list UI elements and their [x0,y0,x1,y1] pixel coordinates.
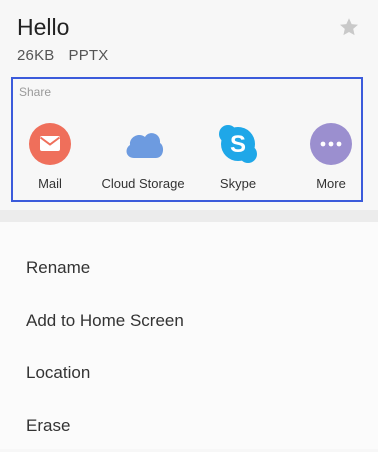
share-skype-button[interactable]: S Skype [188,123,288,191]
file-meta: 26KB PPTX [17,47,108,64]
svg-text:S: S [230,131,246,158]
file-size: 26KB [17,47,55,64]
file-name: Hello [17,14,70,40]
cloud-icon [122,123,164,165]
share-more-label: More [316,176,346,191]
menu-item-rename[interactable]: Rename [0,242,378,294]
file-type: PPTX [68,47,109,64]
share-skype-label: Skype [219,176,257,191]
menu-item-erase[interactable]: Erase [0,400,378,452]
share-cloud-storage-button[interactable]: Cloud Storage [93,123,193,191]
mail-icon [29,123,71,165]
section-divider [0,210,378,222]
share-mail-button[interactable]: Mail [0,123,100,191]
star-icon[interactable] [338,16,360,38]
share-mail-label: Mail [38,176,62,191]
share-cloud-storage-label: Cloud Storage [101,176,185,191]
share-label: Share [19,85,52,99]
menu-item-location[interactable]: Location [0,347,378,399]
more-icon [310,123,352,165]
file-header: Hello 26KB PPTX Share Mail Cloud Storage… [0,0,378,210]
skype-icon: S [217,123,259,165]
share-panel: Share Mail Cloud Storage S Skype More [11,77,363,202]
share-more-button[interactable]: More [281,123,378,191]
menu-item-add-to-home-screen[interactable]: Add to Home Screen [0,295,378,347]
action-menu: Rename Add to Home Screen Location Erase [0,222,378,449]
